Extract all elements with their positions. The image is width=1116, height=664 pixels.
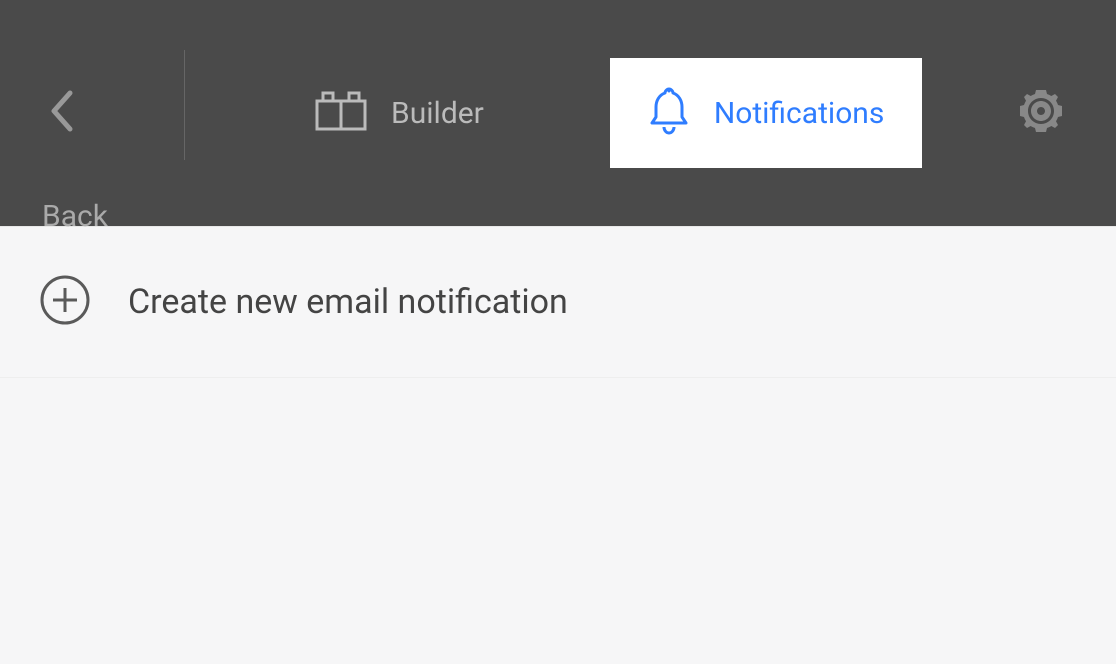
plus-circle-icon xyxy=(40,275,90,329)
back-label: Back xyxy=(42,199,108,234)
tab-notifications[interactable]: Notifications xyxy=(610,58,923,168)
gear-icon[interactable] xyxy=(1014,84,1068,142)
tabs: Builder Notifications xyxy=(185,0,1014,226)
create-notification-button[interactable]: Create new email notification xyxy=(0,227,1116,378)
builder-icon xyxy=(315,91,367,135)
settings-section xyxy=(1014,0,1116,226)
back-chevron-icon[interactable] xyxy=(48,89,76,137)
bell-icon xyxy=(648,87,690,139)
tab-builder-label: Builder xyxy=(391,96,484,131)
content-area: Create new email notification xyxy=(0,226,1116,378)
tab-builder[interactable]: Builder xyxy=(277,58,522,168)
back-section: Back xyxy=(0,0,185,226)
create-notification-label: Create new email notification xyxy=(128,282,568,322)
header: Back Builder xyxy=(0,0,1116,226)
tab-notifications-label: Notifications xyxy=(714,96,885,131)
header-divider xyxy=(184,50,185,160)
header-top: Back Builder xyxy=(0,0,1116,226)
